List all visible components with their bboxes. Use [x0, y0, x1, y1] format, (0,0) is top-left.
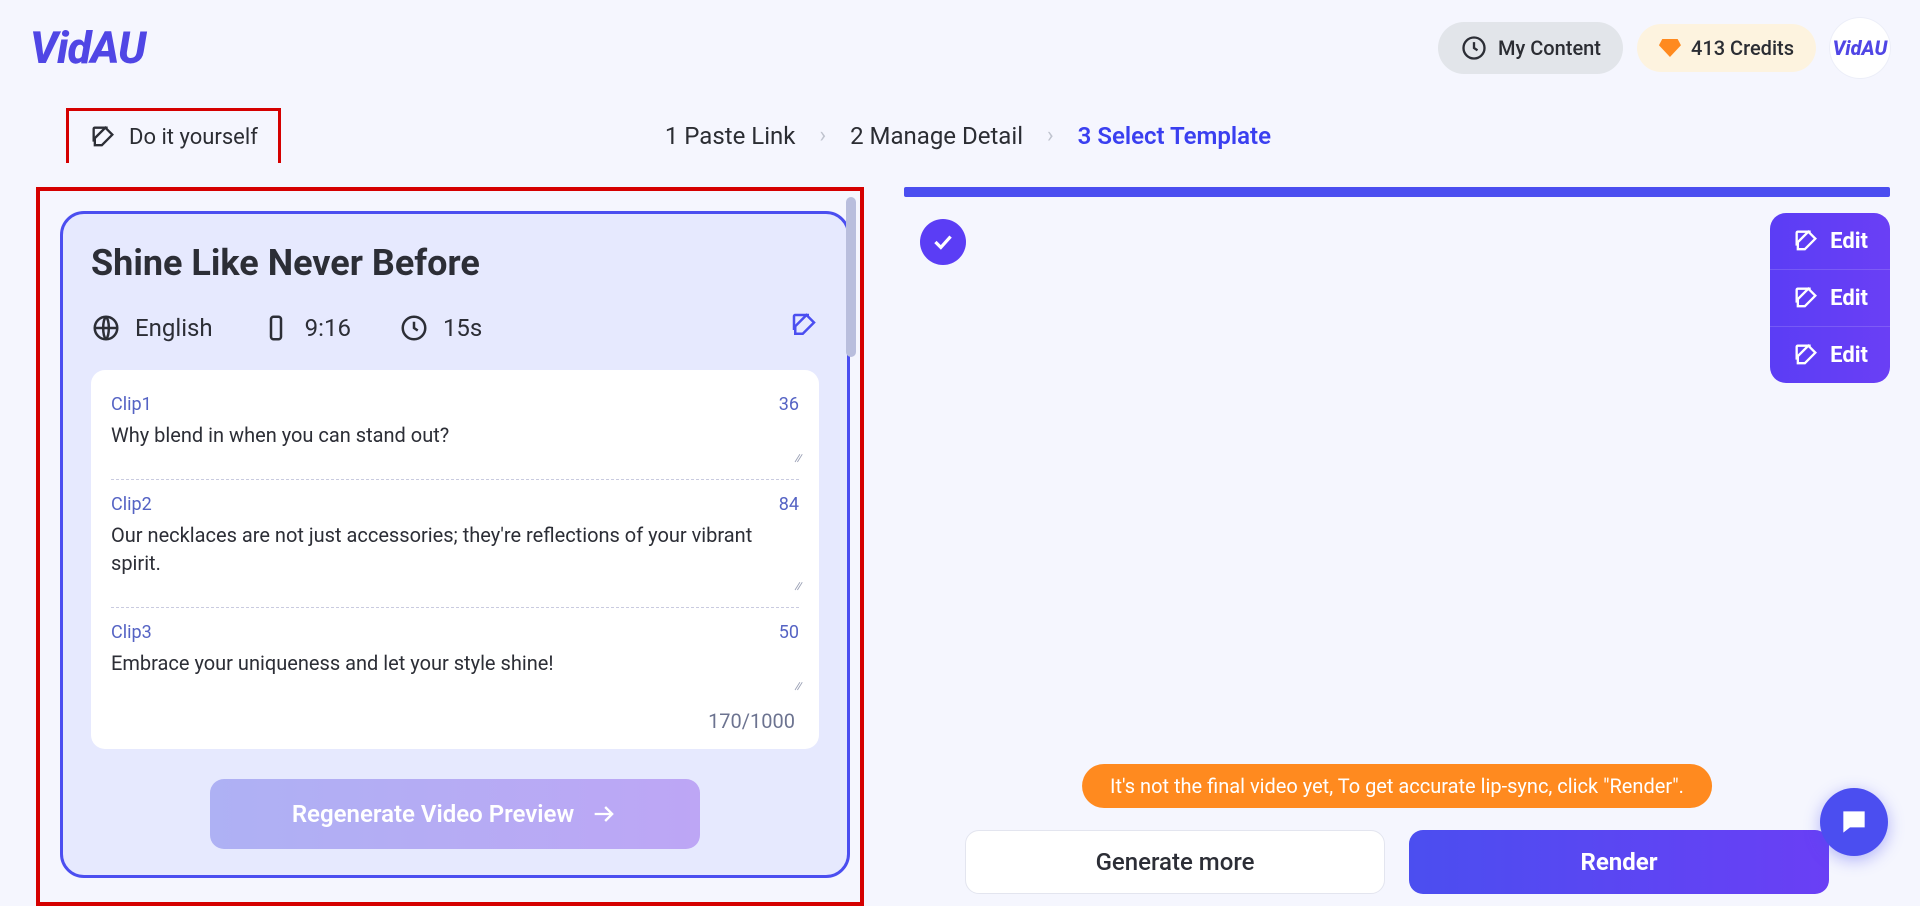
edit-buttons-stack: Edit Edit Edit	[1770, 213, 1890, 383]
regenerate-preview-button[interactable]: Regenerate Video Preview	[210, 779, 700, 849]
edit-variant-button[interactable]: Edit	[1770, 269, 1890, 326]
edit-variant-button[interactable]: Edit	[1770, 326, 1890, 383]
aspect-label: 9:16	[305, 314, 351, 342]
app-header: VidAU My Content 413 Credits VidAU	[0, 0, 1920, 88]
edit-label: Edit	[1830, 343, 1868, 368]
script-card: Shine Like Never Before English 9:16 15s	[60, 211, 850, 878]
preview-actions: Generate more Render	[965, 830, 1829, 894]
clock-icon	[1460, 34, 1488, 62]
preview-panel: Edit Edit Edit It's not the final video …	[904, 187, 1890, 906]
credits-button[interactable]: 413 Credits	[1637, 24, 1816, 72]
edit-icon	[1792, 284, 1820, 312]
scrollbar-thumb[interactable]	[846, 197, 856, 357]
aspect-selector[interactable]: 9:16	[261, 313, 351, 343]
edit-label: Edit	[1830, 229, 1868, 254]
main-area: Shine Like Never Before English 9:16 15s	[0, 187, 1920, 906]
portrait-icon	[261, 313, 291, 343]
edit-square-icon	[89, 123, 117, 151]
diy-tab[interactable]: Do it yourself	[66, 108, 281, 163]
globe-icon	[91, 313, 121, 343]
clip-char-count: 84	[779, 494, 799, 515]
edit-icon	[789, 310, 819, 340]
account-avatar[interactable]: VidAU	[1830, 18, 1890, 78]
script-meta: English 9:16 15s	[91, 310, 819, 346]
render-button[interactable]: Render	[1409, 830, 1829, 894]
render-hint: It's not the final video yet, To get acc…	[1082, 764, 1712, 808]
duration-label: 15s	[443, 314, 482, 342]
script-panel: Shine Like Never Before English 9:16 15s	[36, 187, 864, 906]
step-select-template[interactable]: 3 Select Template	[1078, 122, 1271, 150]
clock-icon	[399, 313, 429, 343]
my-content-label: My Content	[1498, 36, 1601, 60]
clip-char-count: 50	[779, 622, 799, 643]
clip-text[interactable]: Our necklaces are not just accessories; …	[111, 521, 799, 577]
clip-text[interactable]: Why blend in when you can stand out?	[111, 421, 799, 449]
language-label: English	[135, 314, 213, 342]
resize-handle-icon[interactable]: ⁄⁄	[111, 451, 799, 467]
diy-tab-label: Do it yourself	[129, 125, 258, 150]
clip-char-count: 36	[779, 394, 799, 415]
clip-item[interactable]: Clip1 36 Why blend in when you can stand…	[111, 386, 799, 479]
chevron-right-icon: ›	[819, 123, 826, 148]
workflow-steps: Do it yourself 1 Paste Link › 2 Manage D…	[0, 88, 1920, 187]
diamond-icon	[1659, 39, 1681, 57]
edit-script-button[interactable]	[789, 310, 819, 346]
progress-bar	[904, 187, 1890, 197]
step-manage-detail[interactable]: 2 Manage Detail	[850, 122, 1023, 150]
regenerate-label: Regenerate Video Preview	[292, 800, 574, 828]
chat-icon	[1838, 806, 1870, 838]
resize-handle-icon[interactable]: ⁄⁄	[111, 579, 799, 595]
check-icon	[930, 229, 956, 255]
resize-handle-icon[interactable]: ⁄⁄	[111, 679, 799, 695]
edit-icon	[1792, 341, 1820, 369]
char-total: 170/1000	[111, 707, 799, 741]
clip-label: Clip2	[111, 494, 152, 515]
chat-fab[interactable]	[1820, 788, 1888, 856]
clips-list: Clip1 36 Why blend in when you can stand…	[91, 370, 819, 749]
credits-label: 413 Credits	[1691, 36, 1794, 60]
script-title: Shine Like Never Before	[91, 242, 819, 284]
brand-logo[interactable]: VidAU	[30, 22, 145, 74]
my-content-button[interactable]: My Content	[1438, 22, 1623, 74]
language-selector[interactable]: English	[91, 313, 213, 343]
edit-variant-button[interactable]: Edit	[1770, 213, 1890, 269]
chevron-right-icon: ›	[1047, 123, 1054, 148]
edit-label: Edit	[1830, 286, 1868, 311]
clip-label: Clip1	[111, 394, 152, 415]
duration-selector[interactable]: 15s	[399, 313, 482, 343]
header-actions: My Content 413 Credits VidAU	[1438, 18, 1890, 78]
step-paste-link[interactable]: 1 Paste Link	[665, 122, 796, 150]
clip-text[interactable]: Embrace your uniqueness and let your sty…	[111, 649, 799, 677]
arrow-right-icon	[590, 800, 618, 828]
preview-selected-check[interactable]	[920, 219, 966, 265]
clip-label: Clip3	[111, 622, 152, 643]
clip-item[interactable]: Clip2 84 Our necklaces are not just acce…	[111, 479, 799, 607]
generate-more-button[interactable]: Generate more	[965, 830, 1385, 894]
edit-icon	[1792, 227, 1820, 255]
clip-item[interactable]: Clip3 50 Embrace your uniqueness and let…	[111, 607, 799, 707]
